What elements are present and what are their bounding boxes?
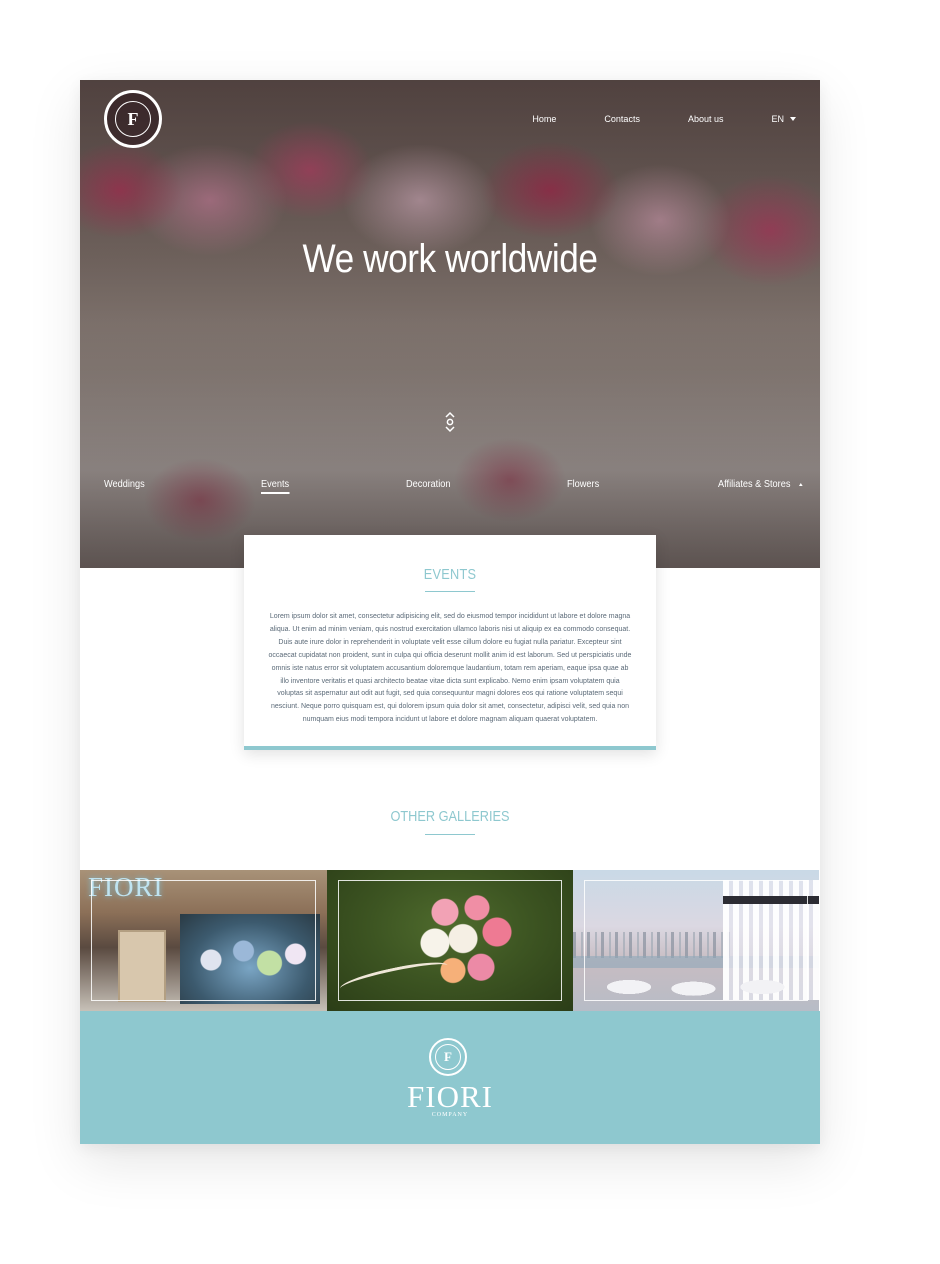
other-galleries-title: OTHER GALLERIES <box>390 808 510 825</box>
footer: F FIORI COMPANY <box>80 1011 820 1144</box>
gallery-tile-venue[interactable] <box>573 870 819 1011</box>
tile-frame <box>338 880 562 1001</box>
gallery-tile-bouquet[interactable] <box>327 870 573 1011</box>
category-navigation: Weddings Events Decoration Flowers Affil… <box>80 479 820 499</box>
events-card: EVENTS Lorem ipsum dolor sit amet, conse… <box>244 535 656 750</box>
footer-brand[interactable]: FIORI <box>80 1079 820 1115</box>
scroll-down-icon[interactable] <box>442 410 458 434</box>
footer-subtitle: COMPANY <box>431 1112 469 1118</box>
events-card-body: Lorem ipsum dolor sit amet, consectetur … <box>268 613 632 724</box>
logo[interactable]: F <box>104 90 162 148</box>
gallery-tile-store[interactable]: FIORI <box>80 870 327 1011</box>
tile-frame <box>91 880 316 1001</box>
chevron-down-icon <box>790 117 796 121</box>
nav-about-link[interactable]: About us <box>688 114 724 124</box>
category-affiliates-label: Affiliates & Stores <box>718 479 791 490</box>
title-divider <box>425 591 475 592</box>
fiori-seal-icon: F <box>115 101 151 137</box>
tile-frame <box>584 880 808 1001</box>
category-weddings[interactable]: Weddings <box>104 479 145 490</box>
nav-contacts-link[interactable]: Contacts <box>604 114 640 124</box>
language-label: EN <box>771 114 784 124</box>
footer-monogram: F <box>435 1044 461 1070</box>
category-events[interactable]: Events <box>261 479 290 494</box>
category-decoration[interactable]: Decoration <box>406 479 450 490</box>
language-selector[interactable]: EN <box>771 114 796 124</box>
category-affiliates-stores[interactable]: Affiliates & Stores <box>718 479 803 490</box>
events-card-title: EVENTS <box>423 566 477 583</box>
chevron-up-icon <box>798 482 803 486</box>
top-navigation: Home Contacts About us EN <box>484 114 796 124</box>
hero-title: We work worldwide <box>302 237 598 281</box>
page-frame: F Home Contacts About us EN We work worl… <box>80 80 820 1144</box>
category-flowers[interactable]: Flowers <box>567 479 599 490</box>
footer-seal-icon: F <box>429 1038 467 1076</box>
hero-section: F Home Contacts About us EN We work worl… <box>80 80 820 568</box>
title-divider <box>425 834 475 835</box>
nav-home-link[interactable]: Home <box>532 114 556 124</box>
gallery-strip: FIORI <box>80 870 820 1011</box>
